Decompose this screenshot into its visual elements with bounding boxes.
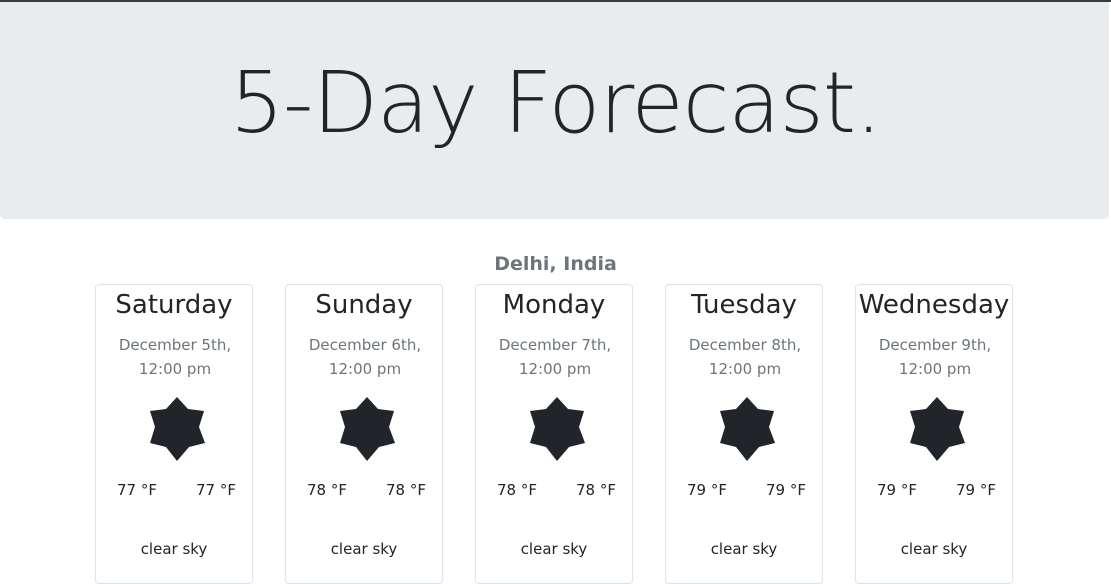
card-date: December 8th, 12:00 pm — [688, 336, 802, 378]
temp-low: 77 °F — [117, 481, 157, 499]
temp-low: 78 °F — [307, 481, 347, 499]
temp-low: 78 °F — [497, 481, 537, 499]
sun-icon — [530, 397, 585, 461]
weather-description: clear sky — [520, 540, 588, 558]
temp-low: 79 °F — [687, 481, 727, 499]
card-day: Sunday — [315, 290, 413, 320]
temp-high: 78 °F — [386, 481, 426, 499]
weather-description: clear sky — [900, 540, 968, 558]
sun-icon — [340, 397, 395, 461]
jumbotron-header: 5-Day Forecast. — [0, 2, 1109, 219]
temp-high: 79 °F — [956, 481, 996, 499]
location-label: Delhi, India — [494, 253, 617, 275]
forecast-card-monday: Monday December 7th, 12:00 pm 78 °F 78 °… — [475, 284, 633, 584]
sun-icon — [720, 397, 775, 461]
card-date: December 6th, 12:00 pm — [308, 336, 422, 378]
forecast-card-sunday: Sunday December 6th, 12:00 pm 78 °F 78 °… — [285, 284, 443, 584]
sun-icon — [910, 397, 965, 461]
forecast-card-wednesday: Wednesday December 9th, 12:00 pm 79 °F 7… — [855, 284, 1013, 584]
page-title: 5-Day Forecast. — [229, 54, 882, 153]
card-date: December 7th, 12:00 pm — [498, 336, 612, 378]
temp-high: 78 °F — [576, 481, 616, 499]
weather-description: clear sky — [330, 540, 398, 558]
card-date: December 9th, 12:00 pm — [878, 336, 992, 378]
sun-icon — [150, 397, 205, 461]
temp-high: 79 °F — [766, 481, 806, 499]
card-day: Saturday — [115, 290, 233, 320]
weather-description: clear sky — [710, 540, 778, 558]
card-day: Tuesday — [691, 290, 797, 320]
forecast-cards: Saturday December 5th, 12:00 pm 77 °F 77… — [95, 284, 1015, 584]
card-day: Wednesday — [858, 290, 1010, 320]
forecast-card-saturday: Saturday December 5th, 12:00 pm 77 °F 77… — [95, 284, 253, 584]
card-date: December 5th, 12:00 pm — [118, 336, 232, 378]
weather-description: clear sky — [140, 540, 208, 558]
temp-low: 79 °F — [877, 481, 917, 499]
forecast-card-tuesday: Tuesday December 8th, 12:00 pm 79 °F 79 … — [665, 284, 823, 584]
card-day: Monday — [502, 290, 606, 320]
temp-high: 77 °F — [196, 481, 236, 499]
